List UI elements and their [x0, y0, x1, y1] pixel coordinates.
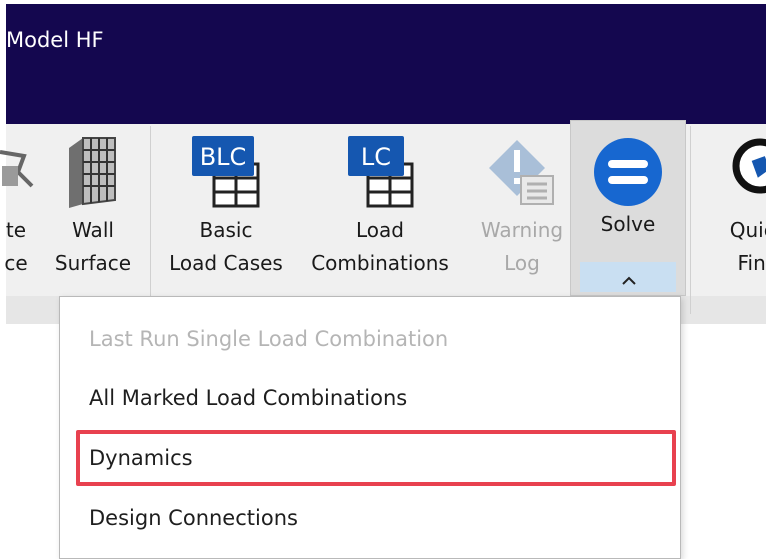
chevron-up-icon	[622, 271, 636, 290]
basic-load-cases-label-2: Load Cases	[169, 251, 283, 275]
ribbon-separator	[150, 126, 151, 314]
partial-tool-label-1: te	[5, 218, 27, 242]
solve-dropdown-menu: Last Run Single Load Combination All Mar…	[59, 296, 681, 559]
partial-tool-icon	[0, 146, 38, 200]
wall-surface-icon	[65, 134, 121, 214]
menu-item-last-run-single-load-combination: Last Run Single Load Combination	[89, 327, 449, 351]
partial-tool-button[interactable]: te ce	[0, 124, 46, 296]
solve-button[interactable]: Solve	[570, 120, 686, 260]
warning-log-icon	[487, 136, 557, 212]
title-bar: Model HF	[6, 4, 766, 124]
quick-find-button[interactable]: Quick Find	[698, 124, 766, 296]
menu-item-design-connections[interactable]: Design Connections	[89, 506, 298, 530]
dynamics-highlight-box	[76, 430, 676, 486]
equals-circle-icon	[592, 136, 664, 212]
basic-load-cases-button[interactable]: BLC Basic Load Cases	[166, 124, 286, 296]
ribbon-separator	[690, 126, 691, 314]
menu-item-all-marked-load-combinations[interactable]: All Marked Load Combinations	[89, 386, 407, 410]
blc-table-icon: BLC	[188, 134, 264, 214]
solve-label: Solve	[600, 212, 656, 236]
wall-surface-label-1: Wall	[72, 218, 114, 242]
wall-surface-label-2: Surface	[54, 251, 132, 275]
basic-load-cases-label-1: Basic	[199, 218, 253, 242]
lc-badge: LC	[361, 143, 391, 171]
quick-find-label-1: Quick	[729, 218, 766, 242]
load-combinations-label-1: Load	[356, 218, 404, 242]
solve-button-group: Solve	[570, 120, 686, 296]
warning-log-button[interactable]: Warning Log	[472, 124, 572, 296]
wall-surface-button[interactable]: Wall Surface	[48, 124, 138, 296]
load-combinations-button[interactable]: LC Load Combinations	[302, 124, 458, 296]
partial-tool-label-2: ce	[4, 251, 28, 275]
blc-badge: BLC	[200, 143, 247, 171]
magnifier-tag-icon	[732, 136, 766, 210]
window-title: Model HF	[6, 28, 104, 52]
warning-log-label-2: Log	[504, 251, 540, 275]
warning-log-label-1: Warning	[480, 218, 564, 242]
quick-find-label-2: Find	[737, 251, 766, 275]
load-combinations-label-2: Combinations	[311, 251, 449, 275]
lc-table-icon: LC	[342, 134, 418, 214]
solve-dropdown-toggle[interactable]	[580, 262, 676, 292]
